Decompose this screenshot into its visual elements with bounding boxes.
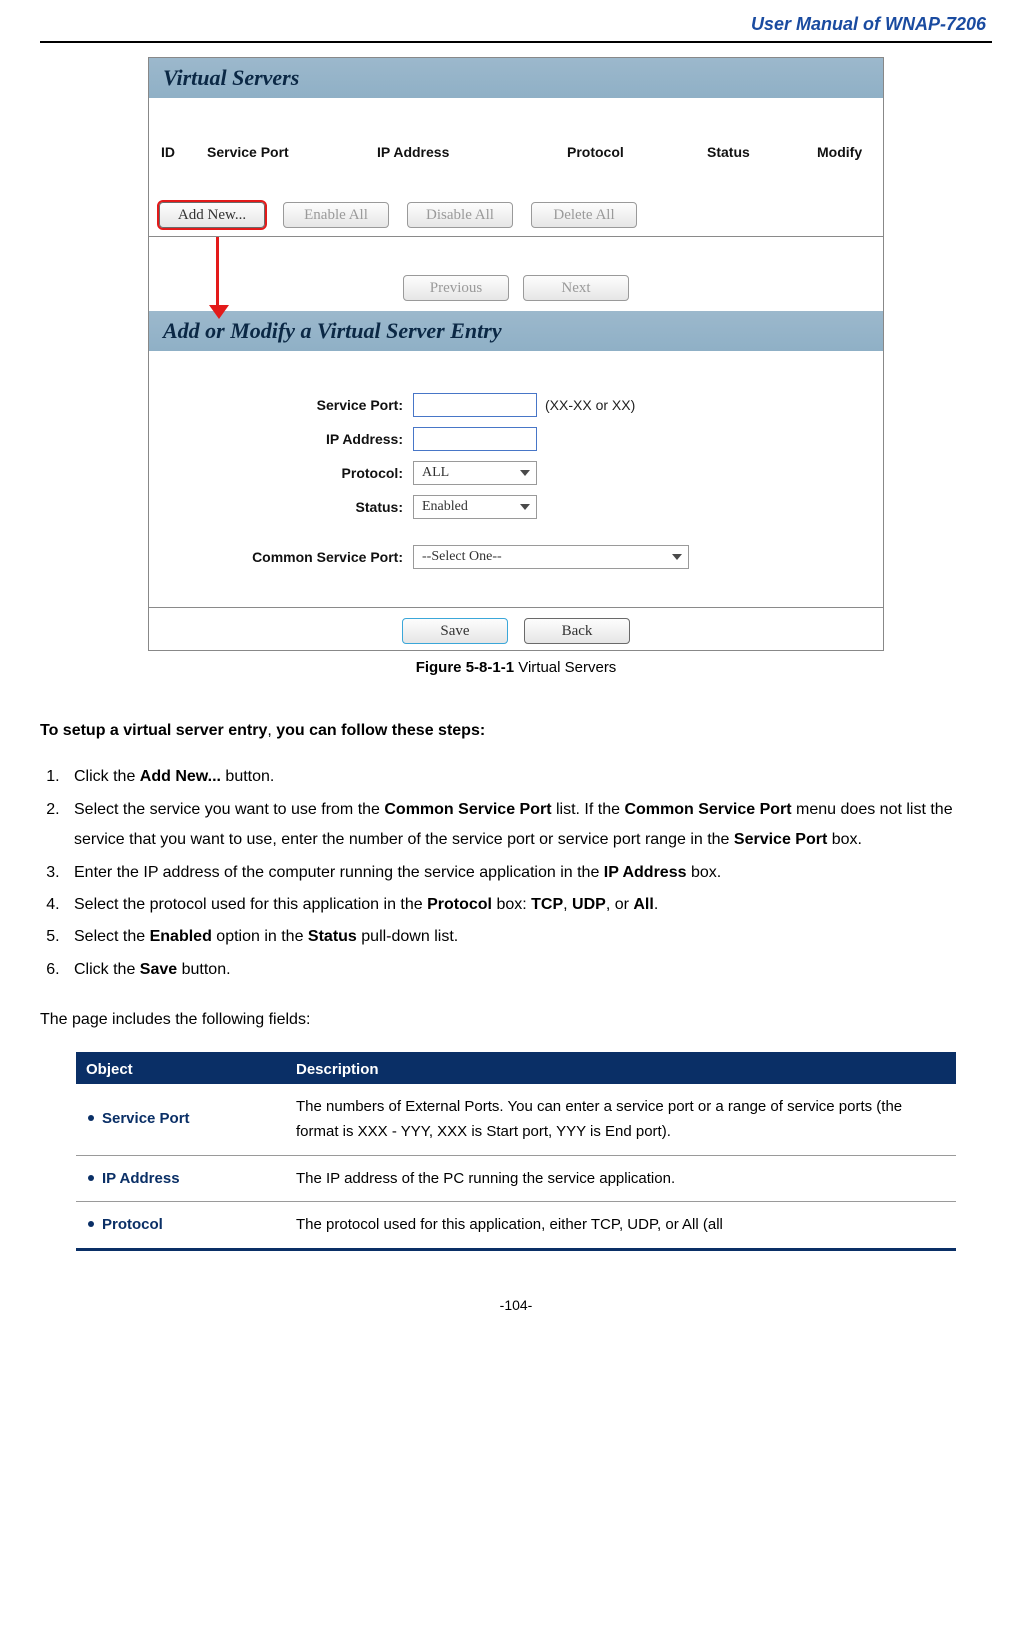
intro-lead2: you can follow these steps: (276, 722, 485, 739)
th-description: Description (286, 1053, 956, 1084)
obj-desc: The protocol used for this application, … (286, 1202, 956, 1250)
common-service-port-value: --Select One-- (422, 549, 502, 565)
step-3: Enter the IP address of the computer run… (64, 858, 992, 888)
step-2: Select the service you want to use from … (64, 795, 992, 856)
label-protocol: Protocol: (167, 465, 413, 481)
step-1: Click the Add New... button. (64, 762, 992, 792)
next-button[interactable]: Next (523, 275, 629, 301)
panel-title-virtual-servers: Virtual Servers (149, 58, 883, 98)
save-row: Save Back (149, 607, 883, 650)
chevron-down-icon (672, 554, 682, 560)
col-status: Status (707, 144, 817, 160)
figure-number: Figure 5-8-1-1 (416, 659, 514, 676)
save-button[interactable]: Save (402, 618, 508, 644)
page-header-title: User Manual of WNAP-7206 (0, 0, 1032, 41)
fields-table: Object Description Service Port The numb… (76, 1052, 956, 1251)
table-row: IP Address The IP address of the PC runn… (76, 1155, 956, 1202)
arrow-head-icon (209, 305, 229, 319)
obj-desc: The IP address of the PC running the ser… (286, 1155, 956, 1202)
panel-title-add-modify: Add or Modify a Virtual Server Entry (149, 311, 883, 351)
ip-address-input[interactable] (413, 427, 537, 451)
label-status: Status: (167, 499, 413, 515)
pager-row: Previous Next (149, 237, 883, 311)
obj-name: Protocol (102, 1216, 163, 1233)
intro-line: To setup a virtual server entry, you can… (40, 716, 992, 746)
col-id: ID (161, 144, 207, 160)
protocol-select[interactable]: ALL (413, 461, 537, 485)
table-row: Protocol The protocol used for this appl… (76, 1202, 956, 1250)
col-modify: Modify (817, 144, 871, 160)
bullet-icon (88, 1221, 94, 1227)
label-common-service-port: Common Service Port: (167, 549, 413, 565)
bullet-icon (88, 1115, 94, 1121)
table-row: Service Port The numbers of External Por… (76, 1084, 956, 1156)
virtual-servers-panel: Virtual Servers ID Service Port IP Addre… (148, 57, 884, 651)
page-number: -104- (40, 1297, 992, 1313)
enable-all-button[interactable]: Enable All (283, 202, 389, 228)
previous-button[interactable]: Previous (403, 275, 509, 301)
obj-name: Service Port (102, 1110, 190, 1127)
form-area: Service Port: (XX-XX or XX) IP Address: … (149, 351, 883, 607)
col-ip-address: IP Address (377, 144, 567, 160)
service-port-hint: (XX-XX or XX) (537, 397, 635, 413)
delete-all-button[interactable]: Delete All (531, 202, 637, 228)
step-5: Select the Enabled option in the Status … (64, 922, 992, 952)
disable-all-button[interactable]: Disable All (407, 202, 513, 228)
figure-text: Virtual Servers (514, 659, 616, 676)
arrow-line-icon (216, 237, 219, 307)
figure-wrap: Virtual Servers ID Service Port IP Addre… (40, 57, 992, 700)
label-ip-address: IP Address: (167, 431, 413, 447)
common-service-port-select[interactable]: --Select One-- (413, 545, 689, 569)
add-new-button[interactable]: Add New... (159, 202, 265, 228)
intro-lead: To setup a virtual server entry (40, 722, 267, 739)
bullet-icon (88, 1175, 94, 1181)
status-select-value: Enabled (422, 499, 468, 515)
obj-desc: The numbers of External Ports. You can e… (286, 1084, 956, 1156)
fields-table-wrap: Object Description Service Port The numb… (40, 1052, 992, 1251)
intro-sep: , (267, 722, 276, 739)
body-text: To setup a virtual server entry, you can… (40, 716, 992, 1036)
obj-name: IP Address (102, 1170, 180, 1187)
steps-list: Click the Add New... button. Select the … (40, 762, 992, 985)
label-service-port: Service Port: (167, 397, 413, 413)
virtual-servers-columns: ID Service Port IP Address Protocol Stat… (149, 98, 883, 202)
chevron-down-icon (520, 470, 530, 476)
button-row: Add New... Enable All Disable All Delete… (149, 202, 883, 237)
col-protocol: Protocol (567, 144, 707, 160)
protocol-select-value: ALL (422, 465, 449, 481)
chevron-down-icon (520, 504, 530, 510)
status-select[interactable]: Enabled (413, 495, 537, 519)
step-6: Click the Save button. (64, 955, 992, 985)
col-service-port: Service Port (207, 144, 377, 160)
service-port-input[interactable] (413, 393, 537, 417)
figure-caption: Figure 5-8-1-1 Virtual Servers (416, 659, 617, 676)
header-rule (40, 41, 992, 43)
back-button[interactable]: Back (524, 618, 630, 644)
fields-intro: The page includes the following fields: (40, 1005, 992, 1035)
step-4: Select the protocol used for this applic… (64, 890, 992, 920)
th-object: Object (76, 1053, 286, 1084)
